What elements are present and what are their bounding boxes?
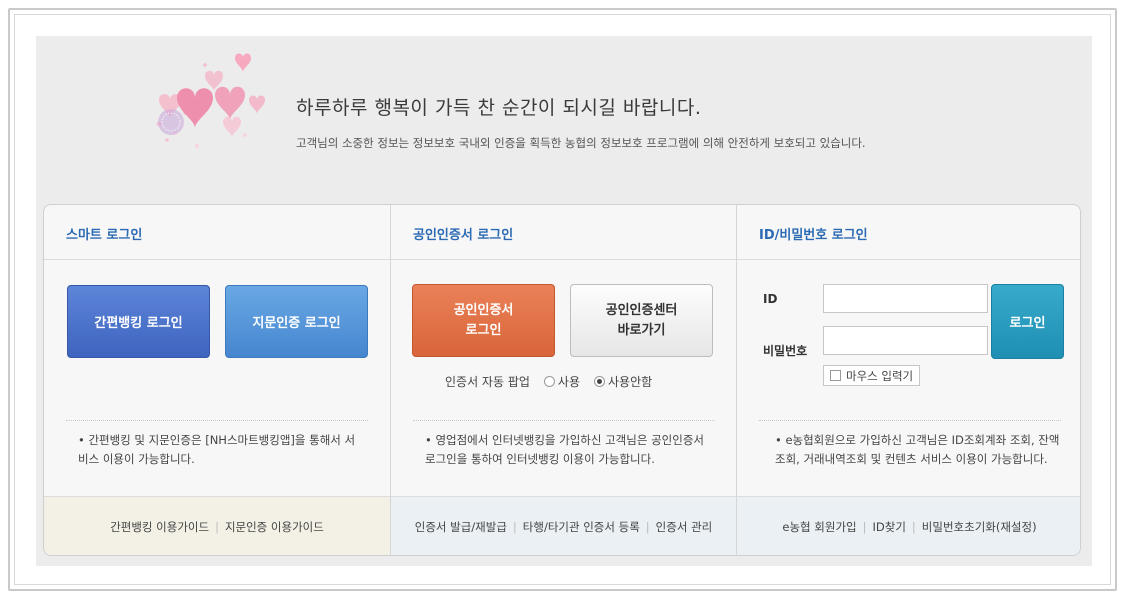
simple-banking-guide-link[interactable]: 간편뱅킹 이용가이드 — [110, 519, 209, 535]
password-label: 비밀번호 — [763, 344, 808, 358]
cert-popup-label: 인증서 자동 팝업 — [445, 375, 530, 389]
cert-popup-option: 인증서 자동 팝업 사용 사용안함 — [445, 373, 652, 390]
find-id-link[interactable]: ID찾기 — [873, 519, 906, 535]
divider — [737, 259, 1080, 260]
cert-register-link[interactable]: 타행/타기관 인증서 등록 — [523, 519, 640, 535]
cert-center-button-line1: 공인인증센터 — [605, 302, 678, 318]
cert-center-button-line2: 바로가기 — [617, 322, 666, 338]
fingerprint-login-button[interactable]: 지문인증 로그인 — [225, 285, 368, 358]
separator: | — [862, 520, 867, 534]
radio-use[interactable]: 사용 — [543, 373, 581, 390]
id-login-footer: e농협 회원가입 | ID찾기 | 비밀번호초기화(재설정) — [737, 496, 1080, 555]
divider — [759, 420, 1061, 421]
separator: | — [911, 520, 916, 534]
radio-use-label: 사용 — [557, 375, 581, 389]
id-login-title: ID/비밀번호 로그인 — [759, 228, 868, 243]
welcome-headline: 하루하루 행복이 가득 찬 순간이 되시길 바랍니다. — [296, 97, 702, 119]
signup-link[interactable]: e농협 회원가입 — [782, 519, 856, 535]
radio-use-dot[interactable] — [543, 376, 555, 387]
id-input[interactable] — [823, 284, 988, 313]
radio-nouse-dot[interactable] — [594, 376, 606, 387]
cert-manage-link[interactable]: 인증서 관리 — [656, 519, 713, 535]
separator: | — [215, 520, 219, 534]
smart-login-footer: 간편뱅킹 이용가이드 | 지문인증 이용가이드 — [44, 496, 390, 555]
mouse-input-checkbox[interactable] — [830, 370, 841, 381]
smart-login-title: 스마트 로그인 — [66, 228, 143, 243]
cert-login-button-line1: 공인인증서 — [453, 302, 514, 318]
divider — [44, 259, 390, 260]
mouse-input-label: 마우스 입력기 — [846, 368, 914, 383]
radio-nouse-label: 사용안함 — [608, 375, 653, 389]
login-panel: 스마트 로그인 간편뱅킹 로그인 지문인증 로그인 • 간편뱅킹 및 지문인증은… — [43, 204, 1081, 556]
mouse-input-toggle[interactable]: 마우스 입력기 — [823, 365, 921, 386]
smart-login-section: 스마트 로그인 간편뱅킹 로그인 지문인증 로그인 • 간편뱅킹 및 지문인증은… — [44, 205, 390, 555]
simple-banking-login-button[interactable]: 간편뱅킹 로그인 — [67, 285, 210, 358]
id-login-section: ID/비밀번호 로그인 ID 비밀번호 로그인 마우스 입력기 • e농협회원으… — [736, 205, 1080, 555]
divider — [66, 420, 368, 421]
security-notice: 고객님의 소중한 정보는 정보보호 국내외 인증을 획득한 농협의 정보보호 프… — [296, 136, 866, 150]
reset-password-link[interactable]: 비밀번호초기화(재설정) — [922, 519, 1037, 535]
separator: | — [645, 520, 650, 534]
cert-center-button[interactable]: 공인인증센터 바로가기 — [570, 284, 713, 357]
password-input[interactable] — [823, 326, 988, 355]
divider — [413, 420, 715, 421]
cert-login-section: 공인인증서 로그인 공인인증서 로그인 공인인증센터 바로가기 인증서 자동 팝… — [390, 205, 736, 555]
cert-login-button[interactable]: 공인인증서 로그인 — [412, 284, 555, 357]
cert-login-footer: 인증서 발급/재발급 | 타행/타기관 인증서 등록 | 인증서 관리 — [391, 496, 736, 555]
radio-nouse[interactable]: 사용안함 — [594, 373, 652, 390]
separator: | — [512, 520, 517, 534]
id-label: ID — [763, 292, 778, 306]
divider — [391, 259, 736, 260]
fingerprint-guide-link[interactable]: 지문인증 이용가이드 — [225, 519, 324, 535]
cert-login-note: • 영업점에서 인터넷뱅킹을 가입하신 고객님은 공인인증서 로그인을 통하여 … — [425, 433, 704, 466]
hearts-decoration-icon — [156, 53, 265, 149]
cert-issue-link[interactable]: 인증서 발급/재발급 — [415, 519, 507, 535]
smart-login-note: • 간편뱅킹 및 지문인증은 [NH스마트뱅킹앱]을 통해서 서비스 이용이 가… — [78, 433, 356, 466]
cert-login-title: 공인인증서 로그인 — [413, 228, 514, 243]
cert-login-button-line2: 로그인 — [465, 322, 502, 338]
id-login-note: • e농협회원으로 가입하신 고객님은 ID조회계좌 조회, 잔액조회, 거래내… — [775, 433, 1060, 466]
id-login-button[interactable]: 로그인 — [991, 284, 1064, 359]
